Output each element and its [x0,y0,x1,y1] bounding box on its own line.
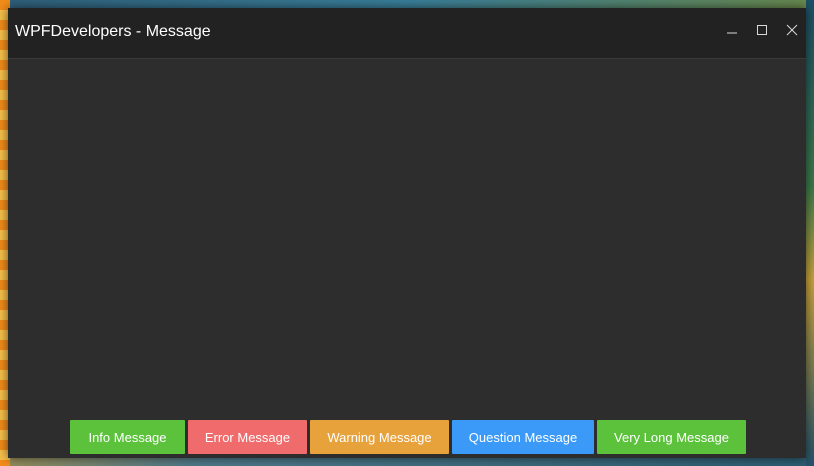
very-long-message-button[interactable]: Very Long Message [597,420,746,454]
close-button[interactable] [778,18,806,42]
content-area [8,59,806,458]
button-row: Info Message Error Message Warning Messa… [70,420,746,454]
message-window: WPFDevelopers - Message Info Message Err… [8,8,806,458]
window-title: WPFDevelopers - Message [15,23,211,40]
info-message-button[interactable]: Info Message [70,420,185,454]
maximize-icon [757,25,767,35]
error-message-button[interactable]: Error Message [188,420,307,454]
question-message-button[interactable]: Question Message [452,420,594,454]
minimize-icon [727,32,737,34]
minimize-button[interactable] [718,18,746,42]
close-icon [786,24,798,36]
desktop-background-right [806,0,814,466]
maximize-button[interactable] [748,18,776,42]
warning-message-button[interactable]: Warning Message [310,420,449,454]
title-bar[interactable]: WPFDevelopers - Message [8,8,806,59]
